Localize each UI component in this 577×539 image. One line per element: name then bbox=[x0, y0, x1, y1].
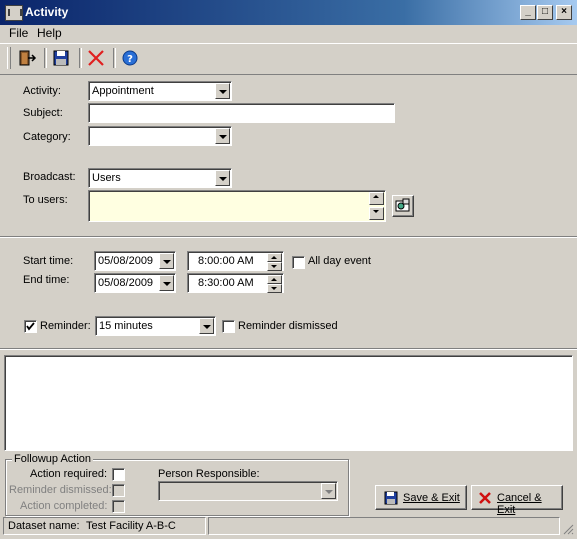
scroll-down-icon[interactable] bbox=[369, 207, 384, 220]
all-day-label: All day event bbox=[308, 255, 371, 267]
toolbar-grip bbox=[7, 47, 11, 69]
close-button[interactable]: × bbox=[556, 5, 572, 20]
toolbar-separator bbox=[79, 48, 82, 68]
svg-text:?: ? bbox=[127, 54, 133, 65]
floppy-disk-icon[interactable] bbox=[50, 48, 72, 68]
start-time-label: Start time: bbox=[23, 255, 74, 267]
cancel-exit-button[interactable]: Cancel & Exit bbox=[471, 485, 563, 516]
exit-door-icon[interactable] bbox=[15, 48, 37, 68]
activity-value: Appointment bbox=[92, 85, 154, 97]
floppy-disk-icon bbox=[384, 491, 398, 505]
status-dataset-panel: Dataset name: Test Facility A-B-C bbox=[3, 517, 206, 535]
chevron-down-icon[interactable] bbox=[159, 253, 174, 269]
save-exit-button[interactable]: Save & Exit bbox=[375, 485, 467, 510]
menu-help[interactable]: Help bbox=[37, 26, 62, 40]
broadcast-label: Broadcast: bbox=[23, 171, 76, 183]
spin-up-icon[interactable] bbox=[267, 253, 282, 262]
chevron-down-icon[interactable] bbox=[159, 275, 174, 291]
end-date-picker[interactable]: 05/08/2009 bbox=[94, 273, 176, 293]
reminder-label: Reminder: bbox=[40, 320, 91, 332]
spin-down-icon[interactable] bbox=[267, 284, 282, 293]
window-title: Activity bbox=[25, 5, 69, 19]
resize-grip-icon[interactable] bbox=[562, 523, 574, 535]
to-users-label: To users: bbox=[23, 194, 68, 206]
reminder-dismissed-followup-label: Reminder dismissed: bbox=[9, 484, 112, 496]
activity-label: Activity: bbox=[23, 85, 61, 97]
reminder-dismissed-checkbox[interactable] bbox=[222, 320, 235, 333]
spin-up-icon[interactable] bbox=[267, 275, 282, 284]
activity-combo[interactable]: Appointment bbox=[88, 81, 232, 101]
save-exit-label: Save & Exit bbox=[403, 492, 460, 504]
cancel-x-icon bbox=[479, 492, 491, 504]
broadcast-value: Users bbox=[92, 172, 121, 184]
section-separator bbox=[0, 236, 577, 238]
person-responsible-label: Person Responsible: bbox=[158, 468, 260, 480]
section-separator bbox=[0, 348, 577, 350]
help-circle-icon[interactable]: ? bbox=[119, 48, 141, 68]
toolbar-separator bbox=[113, 48, 116, 68]
to-users-field[interactable] bbox=[88, 190, 386, 222]
category-label: Category: bbox=[23, 131, 71, 143]
reminder-combo[interactable]: 15 minutes bbox=[95, 316, 216, 336]
action-required-checkbox[interactable] bbox=[112, 468, 125, 481]
title-bar[interactable]: Activity _ □ × bbox=[0, 0, 577, 25]
action-required-label: Action required: bbox=[30, 468, 108, 480]
followup-legend: Followup Action bbox=[12, 453, 94, 465]
reminder-checkbox[interactable] bbox=[24, 320, 37, 333]
menu-file[interactable]: File bbox=[9, 26, 28, 40]
action-completed-label: Action completed: bbox=[20, 500, 108, 512]
start-time-spinner[interactable]: 8:00:00 AM bbox=[187, 251, 284, 271]
notes-textarea[interactable] bbox=[4, 355, 573, 451]
end-time-label: End time: bbox=[23, 274, 70, 286]
action-completed-checkbox bbox=[112, 500, 125, 513]
reminder-dismissed-followup-checkbox bbox=[112, 484, 125, 497]
subject-input[interactable] bbox=[88, 103, 395, 123]
reminder-dismissed-label: Reminder dismissed bbox=[238, 320, 338, 332]
delete-x-icon[interactable] bbox=[85, 48, 107, 68]
maximize-button[interactable]: □ bbox=[537, 5, 553, 20]
start-date-picker[interactable]: 05/08/2009 bbox=[94, 251, 176, 271]
subject-label: Subject: bbox=[23, 107, 63, 119]
chevron-down-icon[interactable] bbox=[215, 128, 230, 144]
toolbar-separator bbox=[44, 48, 47, 68]
chevron-down-icon[interactable] bbox=[215, 83, 230, 99]
scroll-up-icon[interactable] bbox=[369, 192, 384, 205]
cancel-exit-label: Cancel & Exit bbox=[497, 492, 542, 516]
users-lookup-icon bbox=[395, 198, 410, 212]
dataset-value: Test Facility A-B-C bbox=[86, 520, 176, 532]
check-icon bbox=[26, 322, 35, 331]
chevron-down-icon[interactable] bbox=[215, 170, 230, 186]
select-users-button[interactable] bbox=[392, 195, 414, 217]
spin-down-icon[interactable] bbox=[267, 262, 282, 271]
menu-bar bbox=[0, 25, 577, 42]
status-empty-panel bbox=[208, 517, 560, 535]
category-combo[interactable] bbox=[88, 126, 232, 146]
broadcast-combo[interactable]: Users bbox=[88, 168, 232, 188]
app-icon bbox=[5, 5, 23, 21]
person-responsible-combo[interactable] bbox=[158, 481, 338, 501]
minimize-button[interactable]: _ bbox=[520, 5, 536, 20]
all-day-checkbox[interactable] bbox=[292, 256, 305, 269]
end-time-spinner[interactable]: 8:30:00 AM bbox=[187, 273, 284, 293]
chevron-down-icon[interactable] bbox=[199, 318, 214, 334]
chevron-down-icon[interactable] bbox=[321, 483, 336, 499]
dataset-label: Dataset name: bbox=[8, 520, 80, 532]
